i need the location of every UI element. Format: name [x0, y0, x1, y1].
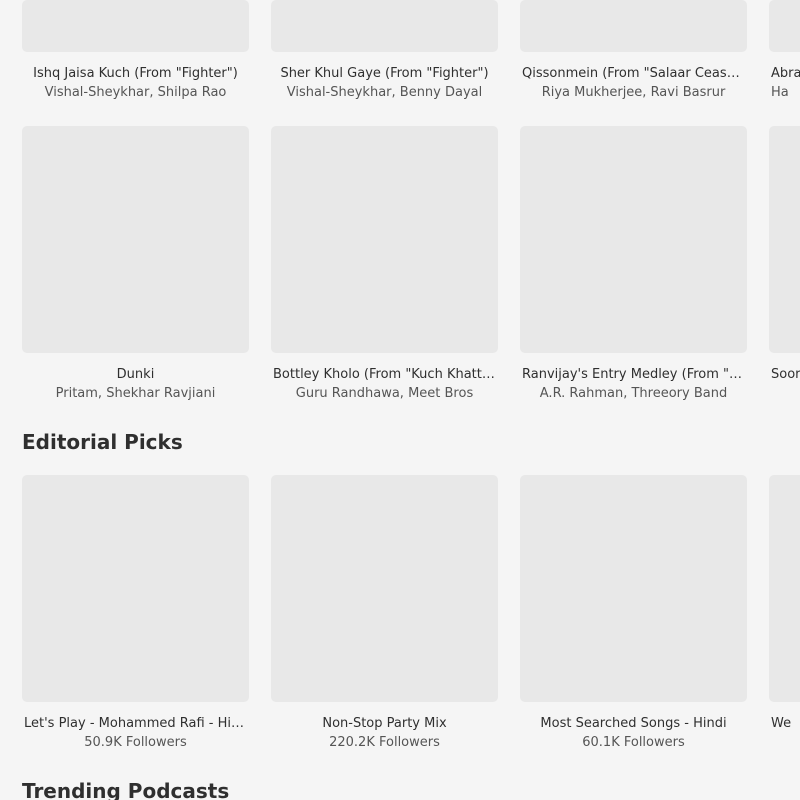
song-card[interactable]: Ishq Jaisa Kuch (From "Fighter") Vishal-… — [22, 0, 249, 102]
section-heading-editorial-picks[interactable]: Editorial Picks — [22, 430, 183, 454]
song-card[interactable]: Dunki Pritam, Shekhar Ravjiani — [22, 126, 249, 403]
playlist-followers: 60.1K Followers — [582, 735, 685, 750]
playlist-followers: 50.9K Followers — [84, 735, 187, 750]
playlist-title[interactable]: Most Searched Songs - Hindi — [520, 715, 747, 733]
playlist-title[interactable]: Let's Play - Mohammed Rafi - Hindi — [22, 715, 249, 733]
playlist-art[interactable] — [769, 475, 800, 702]
playlist-art[interactable] — [22, 475, 249, 702]
song-artists: Riya Mukherjee, Ravi Basrur — [541, 85, 726, 100]
album-art[interactable] — [22, 0, 249, 52]
song-artists: Ha — [771, 85, 789, 100]
album-art[interactable] — [271, 0, 498, 52]
song-card[interactable]: Qissonmein (From "Salaar Cease Fire - ..… — [520, 0, 747, 102]
song-title[interactable]: Ranvijay's Entry Medley (From "ANI... — [520, 366, 747, 384]
song-artists: Guru Randhawa, Meet Bros — [295, 386, 474, 401]
playlist-title[interactable]: Non-Stop Party Mix — [271, 715, 498, 733]
playlist-card[interactable]: Let's Play - Mohammed Rafi - Hindi 50.9K… — [22, 475, 249, 752]
song-title[interactable]: Dunki — [22, 366, 249, 384]
song-title[interactable]: Bottley Kholo (From "Kuch Khattaa ... — [271, 366, 498, 384]
playlist-followers: 220.2K Followers — [329, 735, 440, 750]
song-artists: Vishal-Sheykhar, Shilpa Rao — [44, 85, 227, 100]
album-art[interactable] — [769, 0, 800, 52]
album-art[interactable] — [22, 126, 249, 353]
playlist-art[interactable] — [520, 475, 747, 702]
section-heading-trending-podcasts[interactable]: Trending Podcasts — [22, 779, 229, 800]
album-art[interactable] — [769, 126, 800, 353]
song-title[interactable]: Qissonmein (From "Salaar Cease Fire - ..… — [520, 65, 747, 83]
album-art[interactable] — [271, 126, 498, 353]
album-art[interactable] — [520, 126, 747, 353]
playlist-card[interactable]: Most Searched Songs - Hindi 60.1K Follow… — [520, 475, 747, 752]
page-viewport: Ishq Jaisa Kuch (From "Fighter") Vishal-… — [0, 0, 800, 800]
song-card[interactable]: Sher Khul Gaye (From "Fighter") Vishal-S… — [271, 0, 498, 102]
playlist-art[interactable] — [271, 475, 498, 702]
song-card[interactable]: Abrar Ha — [769, 0, 800, 102]
song-title[interactable]: Soora — [769, 366, 800, 384]
playlist-title[interactable]: We — [769, 715, 800, 733]
song-title[interactable]: Ishq Jaisa Kuch (From "Fighter") — [22, 65, 249, 83]
song-title[interactable]: Sher Khul Gaye (From "Fighter") — [271, 65, 498, 83]
song-artists: A.R. Rahman, Threeory Band — [539, 386, 728, 401]
song-card[interactable]: Soora — [769, 126, 800, 384]
song-card[interactable]: Ranvijay's Entry Medley (From "ANI... A.… — [520, 126, 747, 403]
album-art[interactable] — [520, 0, 747, 52]
song-artists: Vishal-Sheykhar, Benny Dayal — [286, 85, 483, 100]
playlist-card[interactable]: Non-Stop Party Mix 220.2K Followers — [271, 475, 498, 752]
song-title[interactable]: Abrar — [769, 65, 800, 83]
song-artists: Pritam, Shekhar Ravjiani — [55, 386, 216, 401]
playlist-card[interactable]: We — [769, 475, 800, 733]
song-card[interactable]: Bottley Kholo (From "Kuch Khattaa ... Gu… — [271, 126, 498, 403]
